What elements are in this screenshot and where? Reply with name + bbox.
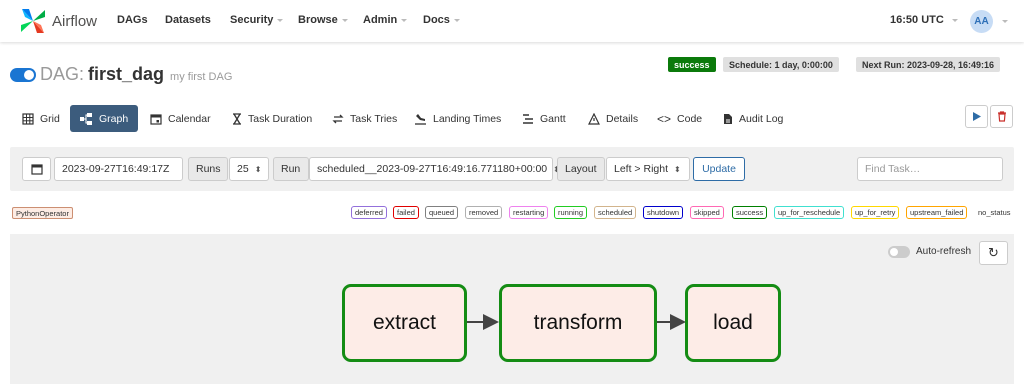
task-node-extract[interactable]: extract: [342, 284, 467, 362]
task-node-load[interactable]: load: [685, 284, 781, 362]
task-node-transform[interactable]: transform: [499, 284, 657, 362]
